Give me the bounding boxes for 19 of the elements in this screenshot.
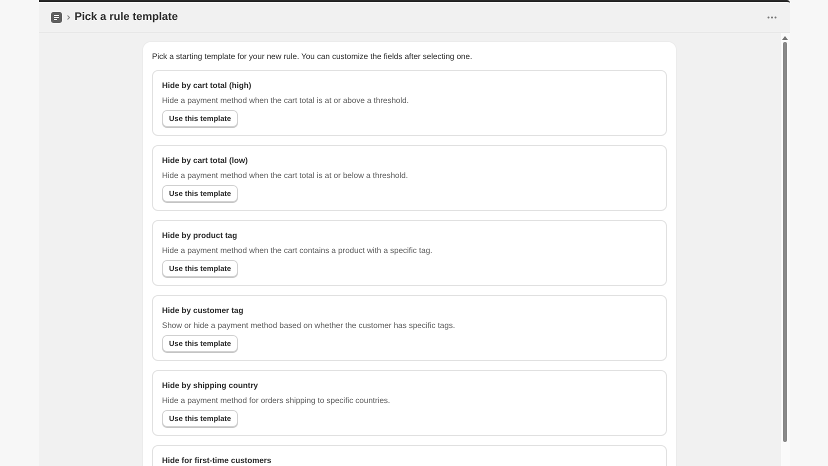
app-icon bbox=[50, 12, 62, 22]
template-description: Hide a payment method when the cart total is at or below a threshold. bbox=[162, 170, 408, 181]
template-title: Hide by shipping country bbox=[162, 380, 258, 391]
template-description: Hide a payment method for orders shipping to specific countries. bbox=[162, 395, 390, 406]
scroll-up-icon[interactable] bbox=[782, 36, 788, 40]
template-title: Hide by customer tag bbox=[162, 305, 244, 316]
scrollbar-thumb[interactable] bbox=[783, 42, 787, 442]
template-description: Show or hide a payment method based on whether the customer has specific tags. bbox=[162, 320, 456, 331]
chevron-icon bbox=[66, 14, 70, 20]
intro-text: Pick a starting template for your new rule. You can customize the fields after selecting one. bbox=[152, 51, 474, 62]
template-description: Hide a payment method when the cart contains a product with a specific tag. bbox=[162, 245, 432, 256]
page-title: Pick a rule template bbox=[74, 11, 178, 23]
more-icon[interactable] bbox=[766, 16, 776, 18]
template-title: Hide by cart total (low) bbox=[162, 155, 248, 166]
template-title: Hide by cart total (high) bbox=[162, 80, 252, 91]
template-description: Hide a payment method when the cart total is at or above a threshold. bbox=[162, 95, 409, 106]
scrollbar[interactable] bbox=[780, 33, 790, 466]
template-title: Hide by product tag bbox=[162, 230, 238, 241]
template-title: Hide for first-time customers bbox=[162, 455, 272, 466]
